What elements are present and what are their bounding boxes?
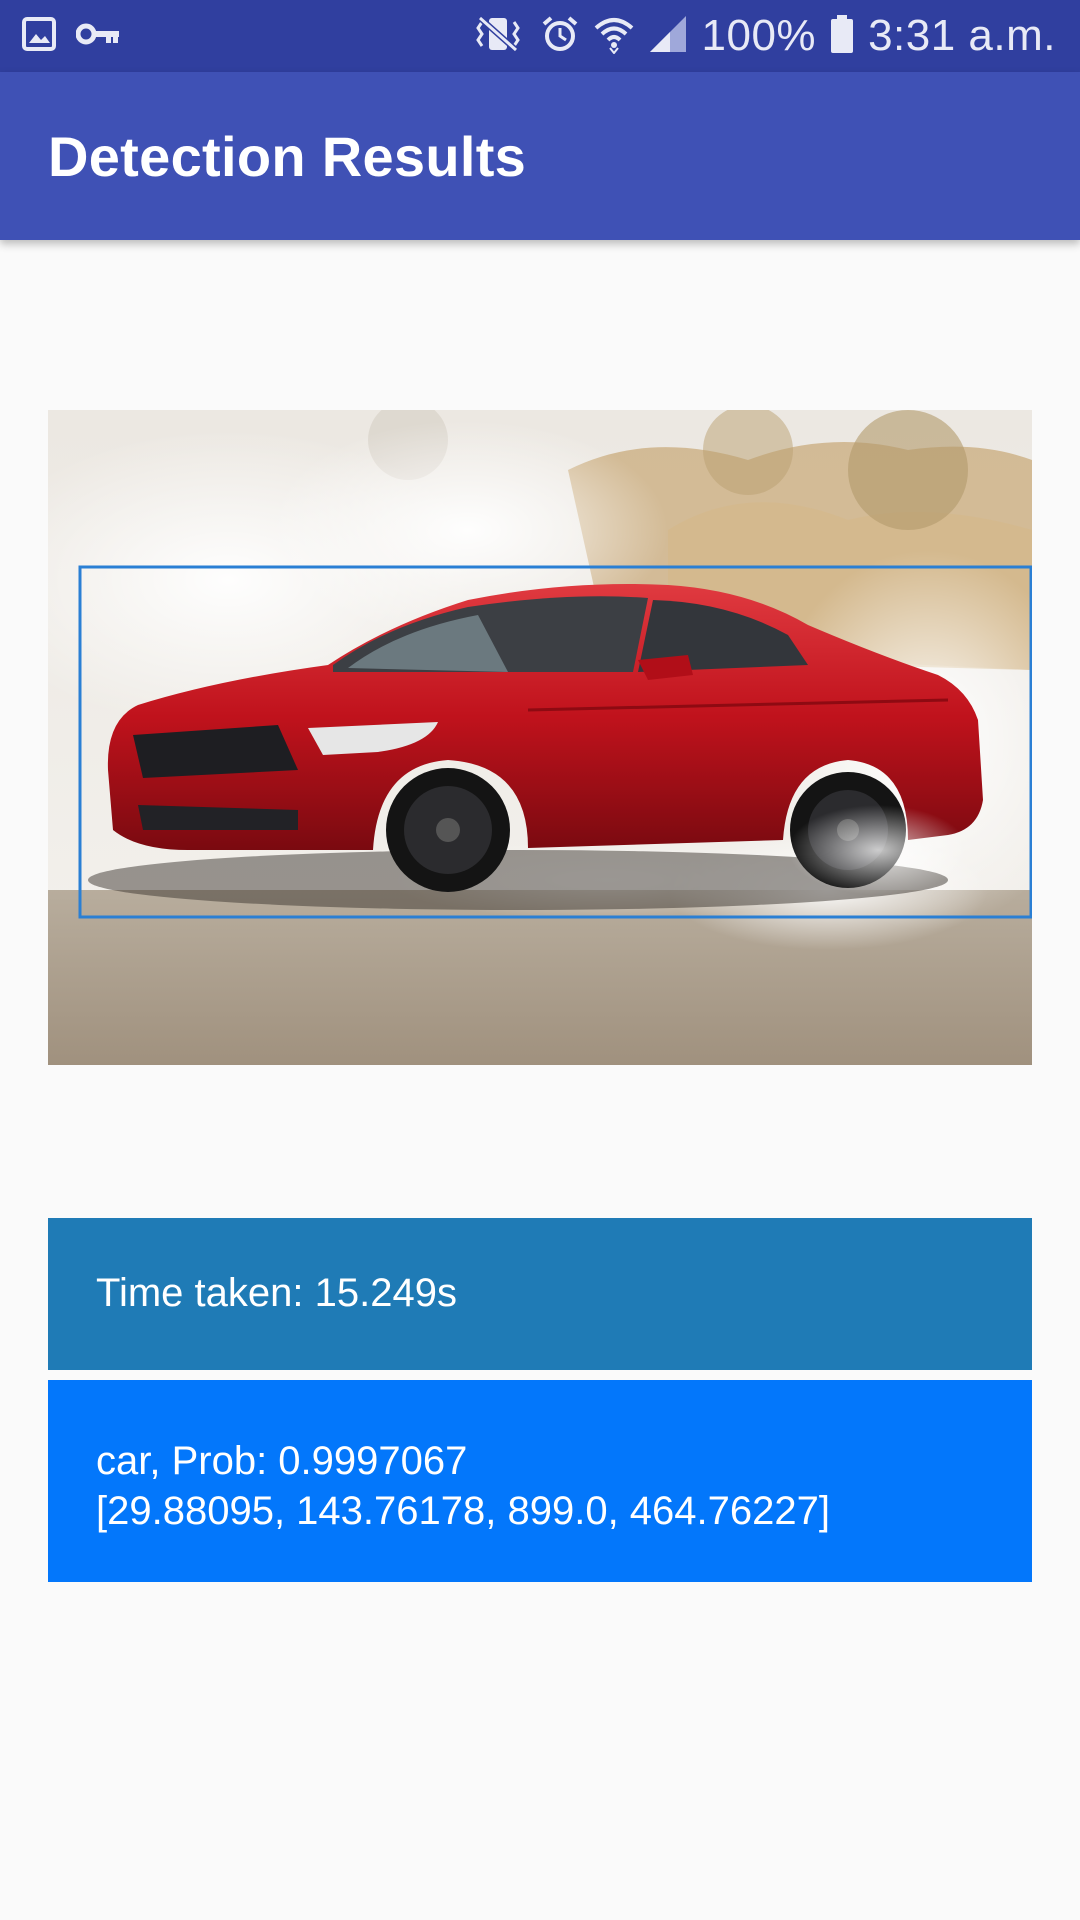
red-sports-car-photo [48,410,1032,1065]
vibrate-icon [470,14,526,59]
status-bar: 100% 3:31 a.m. [0,0,1080,72]
battery-percent: 100% [701,11,817,60]
status-right-icons: 100% 3:31 a.m. [470,10,1056,62]
detection-label: car, Prob: 0.9997067 [96,1439,468,1483]
time-taken-text: Time taken: 15.249s [96,1271,457,1315]
alarm-icon [540,14,580,59]
cell-signal-icon [648,14,688,59]
detection-result-panel: car, Prob: 0.9997067 [29.88095, 143.7617… [48,1380,1032,1582]
status-left-icons [22,16,120,56]
status-time: 3:31 a.m. [868,11,1056,60]
app-bar: Detection Results [0,72,1080,240]
battery-icon [830,14,854,59]
page-title: Detection Results [48,125,527,188]
wifi-icon [594,14,634,59]
key-icon [75,22,120,51]
image-icon [22,16,56,56]
time-taken-panel: Time taken: 15.249s [48,1218,1032,1370]
detection-bbox-coordinates: [29.88095, 143.76178, 899.0, 464.76227] [96,1489,831,1533]
detection-image [48,410,1032,1065]
